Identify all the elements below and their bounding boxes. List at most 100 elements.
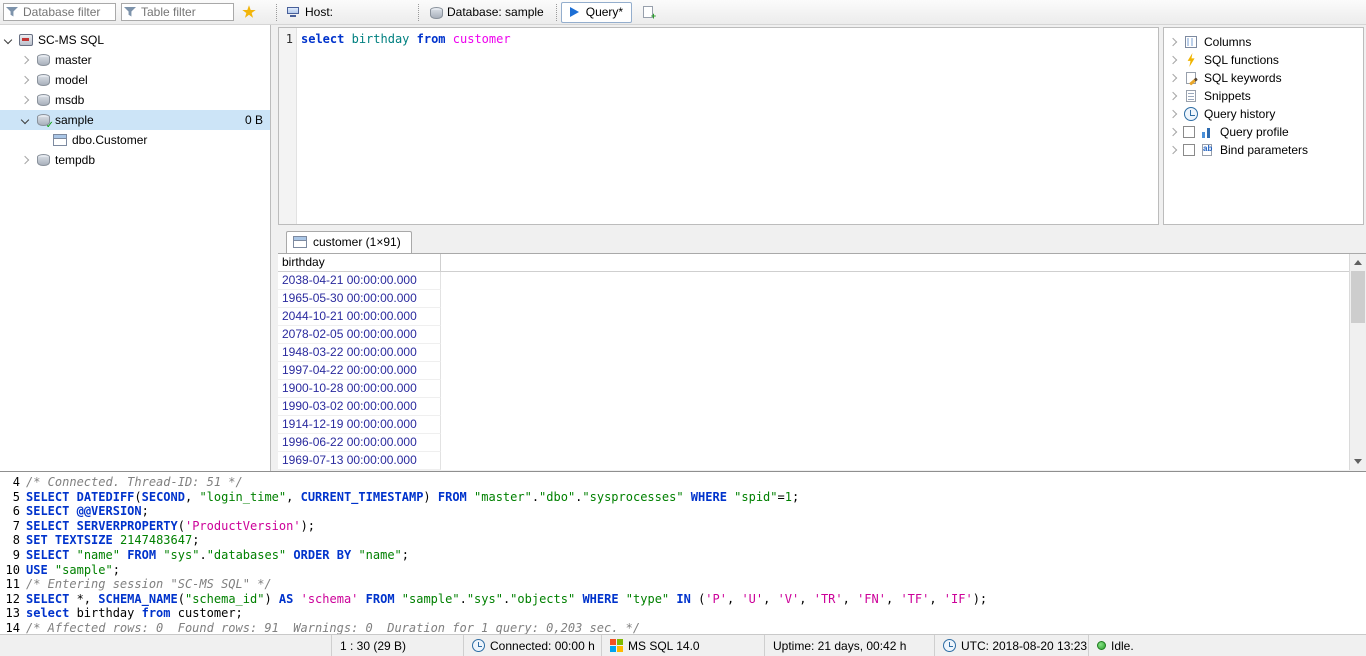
star-icon: [241, 4, 257, 20]
checkbox[interactable]: [1183, 144, 1195, 156]
sql-token: ,: [184, 489, 200, 504]
sql-token: SELECT: [26, 489, 70, 504]
scrollbar-thumb[interactable]: [1351, 271, 1365, 323]
helper-item-label: Query profile: [1220, 125, 1289, 139]
result-row[interactable]: 2044-10-21 00:00:00.000: [278, 308, 1366, 326]
query-editor[interactable]: 1 select birthday from customer: [278, 27, 1159, 225]
sql-token: ;: [112, 562, 120, 577]
chevron-right-icon[interactable]: [1168, 55, 1178, 65]
tree-item-tempdb[interactable]: tempdb: [0, 150, 270, 170]
helper-item-columns[interactable]: Columns: [1164, 33, 1363, 51]
table-filter-box: [121, 3, 234, 21]
chevron-right-icon[interactable]: [20, 55, 30, 65]
tree-item-dbo-customer[interactable]: dbo.Customer: [0, 130, 270, 150]
tab-host[interactable]: Host:: [281, 2, 414, 23]
tree-item-sc-ms-sql[interactable]: SC-MS SQL: [0, 30, 270, 50]
database-selected-icon: ✓: [35, 112, 54, 131]
helper-item-snippets[interactable]: Snippets: [1164, 87, 1363, 105]
chevron-right-icon[interactable]: [1168, 73, 1178, 83]
column-header-birthday[interactable]: birthday: [278, 254, 441, 271]
log-line: 6 SELECT @@VERSION;: [4, 504, 1366, 519]
new-query-tab-button[interactable]: [638, 1, 658, 23]
tree-item-size: 0 B: [244, 113, 263, 127]
sql-token: "login_time": [199, 489, 287, 504]
result-row[interactable]: 1948-03-22 00:00:00.000: [278, 344, 1366, 362]
log-line: 11 /* Entering session "SC-MS SQL" */: [4, 577, 1366, 592]
sql-token: .: [199, 547, 207, 562]
chevron-right-icon[interactable]: [20, 75, 30, 85]
result-row[interactable]: 1965-05-30 00:00:00.000: [278, 290, 1366, 308]
chevron-right-icon[interactable]: [1168, 91, 1178, 101]
chevron-right-icon[interactable]: [1168, 109, 1178, 119]
sql-token: "sysprocesses": [582, 489, 684, 504]
sql-token: SELECT: [26, 518, 70, 533]
helper-item-sql-keywords[interactable]: SQL keywords: [1164, 69, 1363, 87]
result-row[interactable]: 2038-04-21 00:00:00.000: [278, 272, 1366, 290]
favorites-button[interactable]: [239, 1, 259, 23]
result-cell: 1990-03-02 00:00:00.000: [278, 398, 441, 416]
utc-time-text: UTC: 2018-08-20 13:23: [961, 638, 1088, 653]
sql-token: 'P': [705, 591, 727, 606]
result-tab-customer[interactable]: customer (1×91): [286, 231, 412, 253]
sql-token: "type": [625, 591, 670, 606]
tree-item-sample[interactable]: ✓ sample 0 B: [0, 110, 270, 131]
checkbox[interactable]: [1183, 126, 1195, 138]
sql-token: 'V': [777, 591, 800, 606]
chevron-right-icon[interactable]: [1168, 145, 1178, 155]
sql-token: (: [134, 489, 142, 504]
tree-item-model[interactable]: model: [0, 70, 270, 90]
result-row[interactable]: 1997-04-22 00:00:00.000: [278, 362, 1366, 380]
chevron-right-icon[interactable]: [1168, 37, 1178, 47]
tree-item-label: sample: [55, 113, 94, 127]
chevron-right-icon[interactable]: [1168, 127, 1178, 137]
chevron-right-icon[interactable]: [20, 155, 30, 165]
sql-token: birthday: [351, 32, 410, 46]
scroll-up-arrow-icon[interactable]: [1350, 254, 1366, 271]
editor-line: 1 select birthday from customer: [279, 32, 1158, 47]
sql-token: SELECT: [26, 504, 70, 519]
table-filter-input[interactable]: [121, 3, 234, 21]
sql-token: "sample": [401, 591, 460, 606]
sql-token: "master": [474, 489, 532, 504]
log-line-number: 11: [5, 577, 20, 592]
result-row[interactable]: 1996-06-22 00:00:00.000: [278, 434, 1366, 452]
results-vertical-scrollbar[interactable]: [1349, 254, 1366, 470]
tree-item-label: master: [55, 53, 92, 67]
helper-item-label: SQL functions: [1204, 53, 1279, 67]
tree-item-msdb[interactable]: msdb: [0, 90, 270, 110]
idle-status-icon: [1097, 641, 1106, 650]
editor-line-number: 1: [285, 32, 293, 46]
result-cell: 1900-10-28 00:00:00.000: [278, 380, 441, 398]
sql-token: birthday: [69, 606, 142, 621]
chevron-right-icon[interactable]: [20, 95, 30, 105]
helper-item-sql-functions[interactable]: SQL functions: [1164, 51, 1363, 69]
result-row[interactable]: 1969-07-13 00:00:00.000: [278, 452, 1366, 470]
sql-token: 1: [784, 489, 792, 504]
database-icon: [35, 52, 51, 68]
database-filter-input[interactable]: [3, 3, 116, 21]
connected-text: Connected: 00:00 h: [490, 638, 595, 653]
tree-item-master[interactable]: master: [0, 50, 270, 70]
chevron-down-icon[interactable]: [3, 35, 13, 45]
scroll-down-arrow-icon[interactable]: [1350, 453, 1366, 470]
helper-item-label: Query history: [1204, 107, 1276, 121]
sql-token: ;: [192, 533, 200, 548]
chevron-down-icon[interactable]: [20, 115, 30, 125]
result-row[interactable]: 1900-10-28 00:00:00.000: [278, 380, 1366, 398]
helper-item-label: Columns: [1204, 35, 1252, 49]
sql-token: CURRENT_TIMESTAMP: [300, 489, 424, 504]
tab-query[interactable]: Query*: [560, 1, 633, 23]
filter-icon: [5, 5, 19, 19]
query-helpers-list: Columns SQL functions SQL keywords Snippets…: [1163, 27, 1364, 225]
result-row[interactable]: 1914-12-19 00:00:00.000: [278, 416, 1366, 434]
sql-token: ,: [929, 591, 944, 606]
helper-item-bind-parameters[interactable]: Bind parameters: [1164, 141, 1363, 159]
tab-database[interactable]: Database: sample: [423, 2, 552, 23]
helper-item-query-history[interactable]: Query history: [1164, 105, 1363, 123]
result-row[interactable]: 1990-03-02 00:00:00.000: [278, 398, 1366, 416]
result-row[interactable]: 2078-02-05 00:00:00.000: [278, 326, 1366, 344]
status-connected: Connected: 00:00 h: [464, 635, 602, 656]
helper-item-query-profile[interactable]: Query profile: [1164, 123, 1363, 141]
host-icon: [286, 5, 300, 19]
